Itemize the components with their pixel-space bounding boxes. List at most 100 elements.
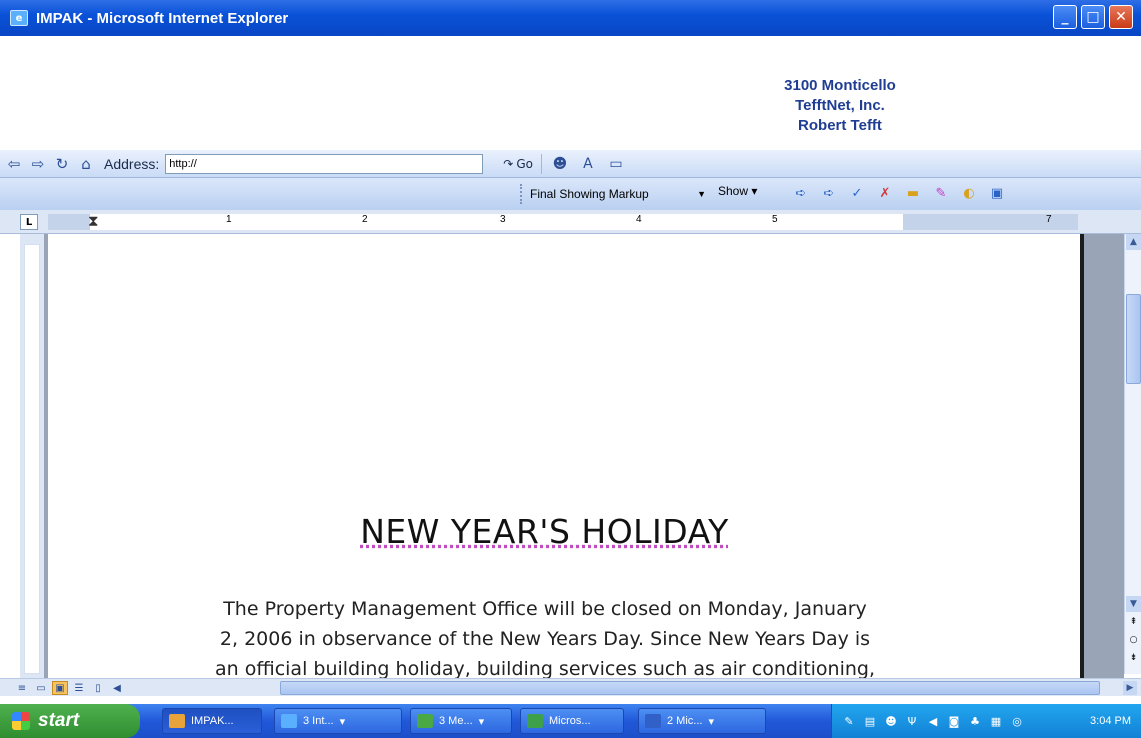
pen-tray-icon[interactable]: ✎ bbox=[842, 714, 856, 728]
document-body: The Property Management Office will be c… bbox=[88, 594, 1002, 678]
document-page[interactable]: NEW YEAR'S HOLIDAY The Property Manageme… bbox=[48, 234, 1084, 678]
previous-page-icon[interactable]: ⇞ bbox=[1126, 614, 1141, 630]
scroll-left-arrow-icon[interactable]: ◀ bbox=[109, 681, 125, 695]
home-icon[interactable]: ⌂ bbox=[76, 154, 96, 174]
markup-display-value: Final Showing Markup bbox=[530, 187, 649, 201]
next-change-icon[interactable]: ➪ bbox=[818, 183, 840, 203]
maximize-button[interactable]: □ bbox=[1081, 5, 1105, 29]
vertical-ruler-strip bbox=[24, 244, 40, 674]
messenger-icon bbox=[417, 714, 433, 728]
horizontal-scroll-thumb[interactable] bbox=[280, 681, 1100, 695]
highlight-icon[interactable]: ✎ bbox=[930, 183, 952, 203]
back-arrow-icon[interactable]: ⇦ bbox=[4, 154, 24, 174]
excel-icon bbox=[527, 714, 543, 728]
close-button[interactable]: ✕ bbox=[1109, 5, 1133, 29]
reviewing-pane-icon[interactable]: ◐ bbox=[958, 183, 980, 203]
address-input[interactable] bbox=[165, 153, 484, 174]
task-label: IMPAK... bbox=[191, 715, 234, 727]
markup-display-dropdown[interactable]: Final Showing Markup ▼ bbox=[520, 184, 708, 204]
minimize-button[interactable]: _ bbox=[1053, 5, 1077, 29]
task-label: 3 Int... bbox=[303, 715, 334, 727]
vertical-scroll-thumb[interactable] bbox=[1126, 294, 1141, 384]
ruler-number: 5 bbox=[772, 214, 778, 225]
word-icon bbox=[645, 714, 661, 728]
print-layout-view-icon[interactable]: ▣ bbox=[52, 681, 68, 695]
scroll-right-arrow-icon[interactable]: ▶ bbox=[1123, 681, 1137, 695]
ruler-number: 1 bbox=[226, 214, 232, 225]
back-tray-icon[interactable]: ◀ bbox=[926, 714, 940, 728]
new-comment-icon[interactable]: ▬ bbox=[902, 183, 924, 203]
forward-arrow-icon[interactable]: ⇨ bbox=[28, 154, 48, 174]
vertical-ruler bbox=[20, 234, 44, 678]
taskbar-item-messenger[interactable]: 3 Me... ▾ bbox=[410, 708, 512, 734]
task-label: Micros... bbox=[549, 715, 591, 727]
accept-change-icon[interactable]: ✓ bbox=[846, 183, 868, 203]
refresh-icon[interactable]: ↻ bbox=[52, 154, 72, 174]
window-icon[interactable]: ▭ bbox=[606, 155, 626, 173]
headline-text: NEW YEAR'S HOLIDAY bbox=[360, 512, 729, 551]
next-page-icon[interactable]: ⇟ bbox=[1126, 650, 1141, 666]
taskbar-item-internet-explorer[interactable]: 3 Int... ▾ bbox=[274, 708, 402, 734]
taskbar-item-word[interactable]: 2 Mic... ▾ bbox=[638, 708, 766, 734]
show-button[interactable]: Show ▾ bbox=[718, 184, 757, 198]
chevron-down-icon: ▾ bbox=[478, 715, 485, 728]
reviewing-icons: ➪ ➪ ✓ ✗ ▬ ✎ ◐ ▣ bbox=[790, 183, 1008, 203]
go-arrow-icon: ↷ bbox=[503, 156, 514, 171]
body-line: an official building holiday, building s… bbox=[214, 658, 876, 678]
indent-marker-icon[interactable]: ⧗ bbox=[88, 212, 99, 230]
ie-icon bbox=[169, 714, 185, 728]
dropdown-arrow-icon: ▼ bbox=[697, 189, 706, 199]
screen: e IMPAK - Microsoft Internet Explorer _ … bbox=[0, 0, 1141, 738]
taskbar-item-excel[interactable]: Micros... bbox=[520, 708, 624, 734]
navigation-toolbar: ⇦ ⇨ ↻ ⌂ Address: ↷ Go ☻ A ▭ bbox=[0, 150, 1141, 178]
task-label: 3 Me... bbox=[439, 715, 473, 727]
chevron-down-icon: ▾ bbox=[339, 715, 346, 728]
select-browse-object-icon[interactable]: ○ bbox=[1126, 632, 1141, 648]
start-button[interactable]: start bbox=[0, 704, 140, 738]
monitor-tray-icon[interactable]: ▦ bbox=[989, 714, 1003, 728]
network-tray-icon[interactable]: ▤ bbox=[863, 714, 877, 728]
start-label: start bbox=[38, 710, 80, 731]
vertical-scrollbar[interactable]: ▲ ▼ ⇞ ○ ⇟ bbox=[1124, 234, 1141, 674]
previous-change-icon[interactable]: ➪ bbox=[790, 183, 812, 203]
ruler-number: 3 bbox=[500, 214, 506, 225]
task-label: 2 Mic... bbox=[667, 715, 703, 727]
users-tray-icon[interactable]: ♣ bbox=[968, 714, 982, 728]
reject-change-icon[interactable]: ✗ bbox=[874, 183, 896, 203]
outline-view-icon[interactable]: ☰ bbox=[71, 681, 87, 695]
reading-layout-view-icon[interactable]: ▯ bbox=[90, 681, 106, 695]
find-icon[interactable]: A bbox=[578, 155, 598, 173]
taskbar-item-impak[interactable]: IMPAK... bbox=[162, 708, 262, 734]
horizontal-ruler[interactable]: ⧗ 1 2 3 4 5 7 bbox=[48, 212, 1078, 230]
title-bar: e IMPAK - Microsoft Internet Explorer _ … bbox=[0, 0, 1141, 36]
ruler-number: 4 bbox=[636, 214, 642, 225]
address-label: Address: bbox=[104, 155, 160, 172]
sync-tray-icon[interactable]: ◎ bbox=[1010, 714, 1024, 728]
normal-view-icon[interactable]: ≡ bbox=[14, 681, 30, 695]
outlook-tray-icon[interactable]: ◙ bbox=[947, 714, 961, 728]
scroll-up-arrow-icon[interactable]: ▲ bbox=[1126, 234, 1141, 250]
body-line: The Property Management Office will be c… bbox=[223, 598, 867, 620]
page-header: 3100 Monticello TefftNet, Inc. Robert Te… bbox=[0, 36, 1141, 150]
people-icon[interactable]: ☻ bbox=[550, 155, 570, 173]
reviewing-toolbar: Final Showing Markup ▼ Show ▾ ➪ ➪ ✓ ✗ ▬ … bbox=[0, 178, 1141, 210]
address-line-company: TefftNet, Inc. bbox=[795, 97, 885, 114]
windows-logo-icon bbox=[12, 712, 30, 730]
scroll-down-arrow-icon[interactable]: ▼ bbox=[1126, 596, 1141, 612]
horizontal-scroll-row: ≡ ▭ ▣ ☰ ▯ ◀ ▶ bbox=[0, 678, 1141, 696]
go-label: Go bbox=[516, 156, 533, 171]
people-tray-icon[interactable]: ☻ bbox=[884, 714, 898, 728]
antenna-tray-icon[interactable]: Ψ bbox=[905, 714, 919, 728]
clock: 3:04 PM bbox=[1090, 715, 1131, 727]
address-line-name: Robert Tefft bbox=[798, 117, 882, 134]
ruler-number: 7 bbox=[1046, 214, 1052, 225]
go-button[interactable]: ↷ Go bbox=[495, 153, 542, 174]
web-layout-view-icon[interactable]: ▭ bbox=[33, 681, 49, 695]
track-changes-icon[interactable]: ▣ bbox=[986, 183, 1008, 203]
horizontal-ruler-row: L ⧗ 1 2 3 4 5 7 bbox=[0, 210, 1141, 234]
window-title: IMPAK - Microsoft Internet Explorer bbox=[36, 9, 289, 27]
tab-selector[interactable]: L bbox=[20, 214, 38, 230]
taskbar: start IMPAK... 3 Int... ▾ 3 Me... ▾ Micr… bbox=[0, 704, 1141, 738]
ie-app-icon: e bbox=[10, 10, 28, 26]
document-headline: NEW YEAR'S HOLIDAY bbox=[48, 512, 1041, 551]
